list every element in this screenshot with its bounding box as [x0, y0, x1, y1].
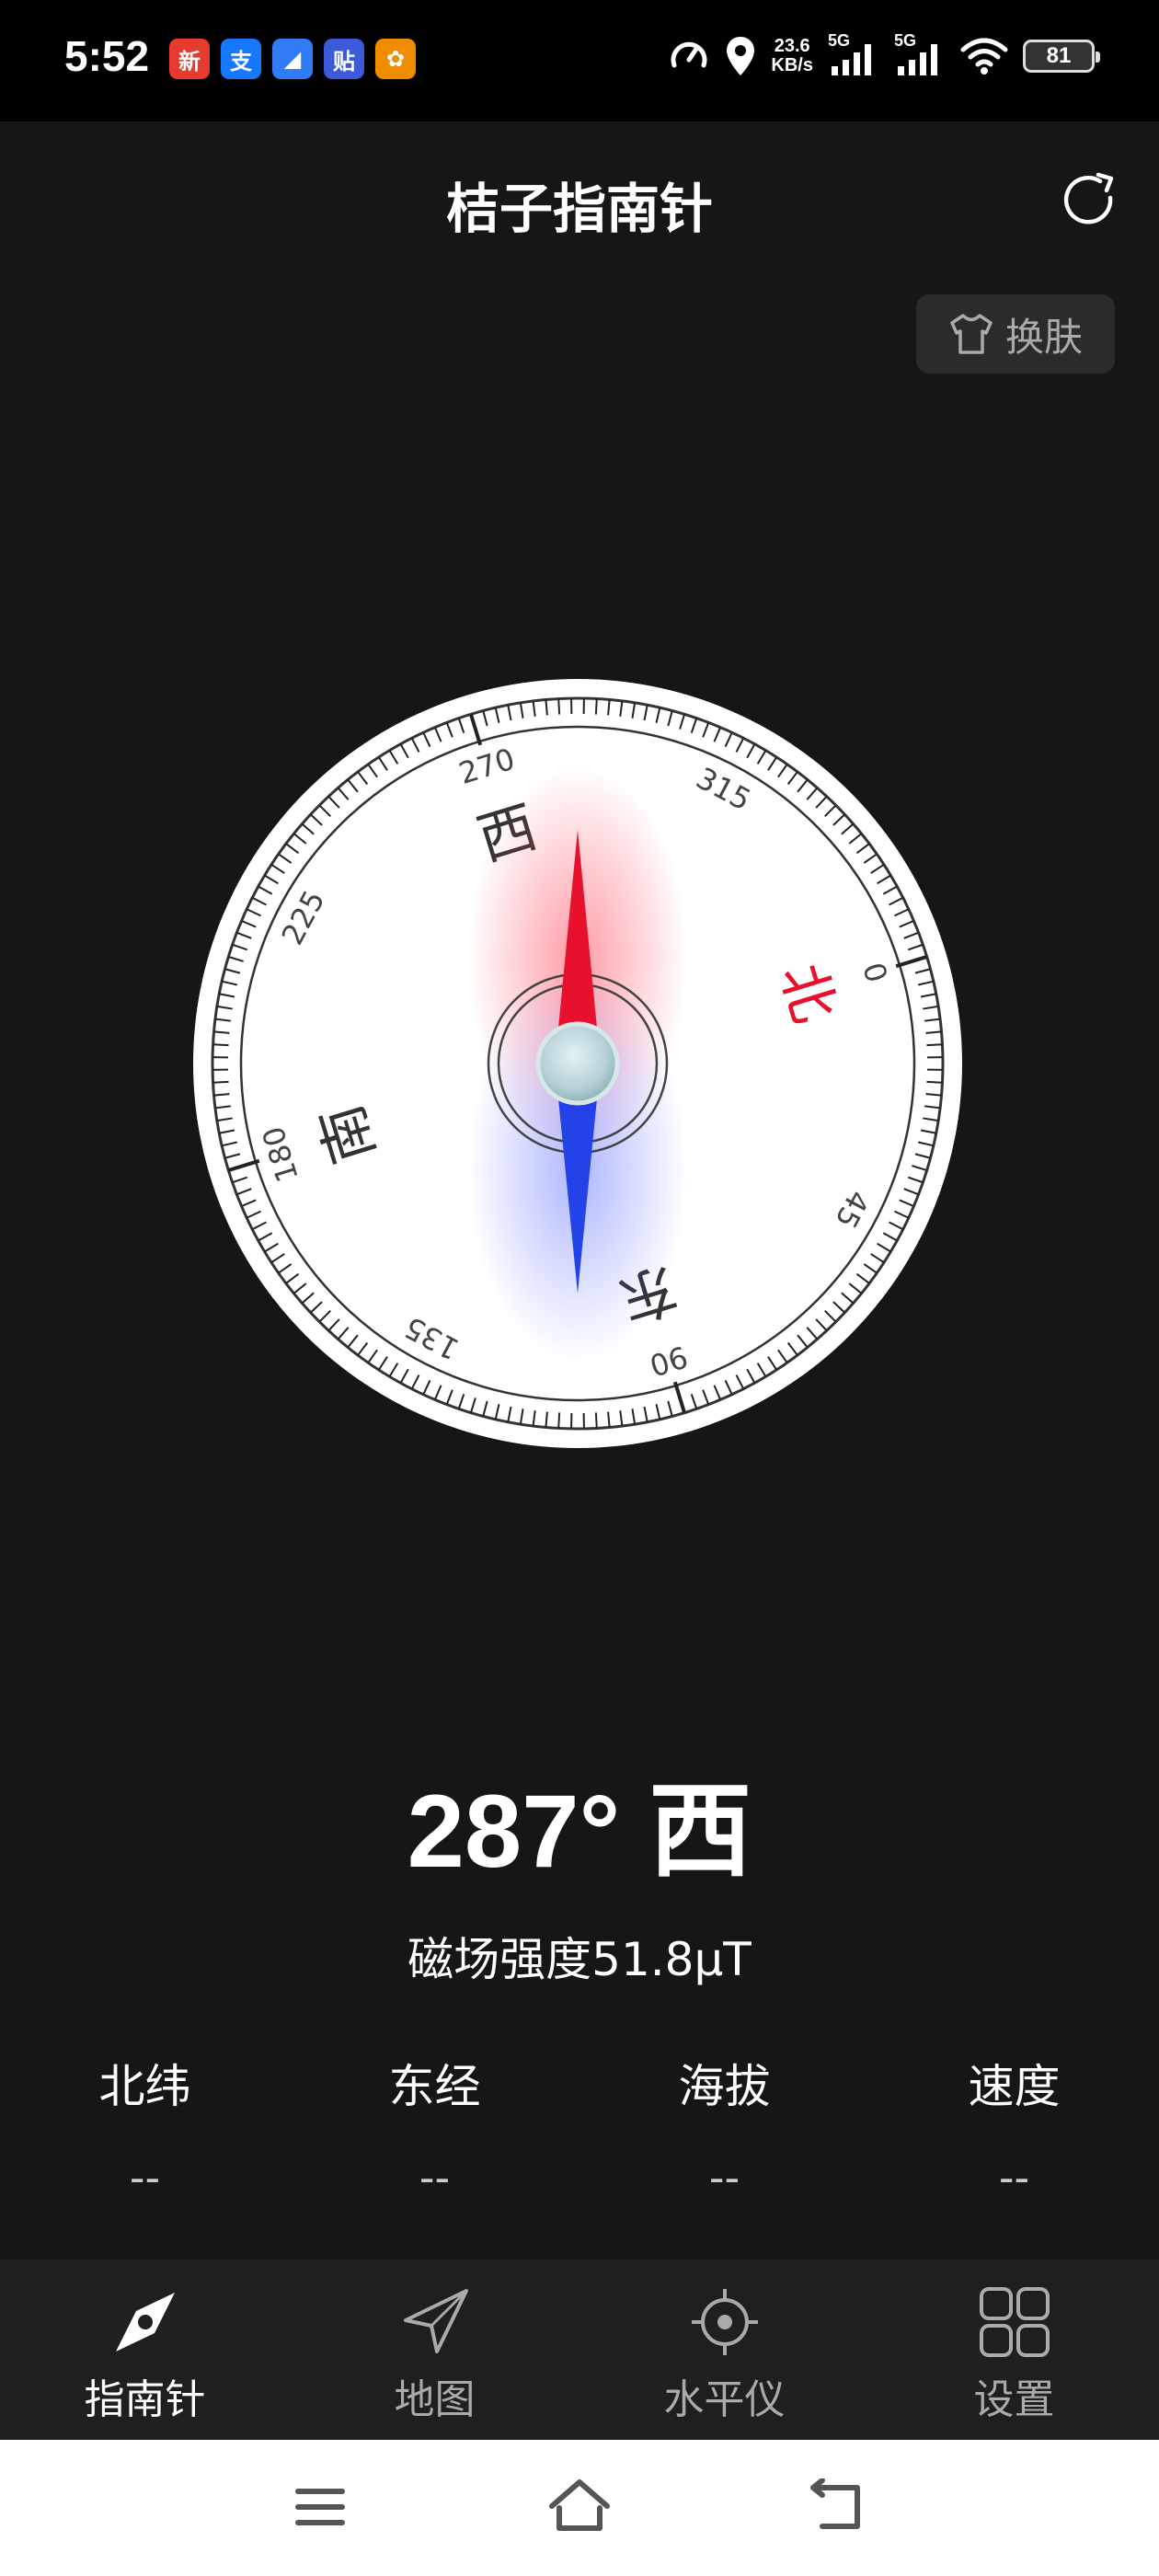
battery-indicator: 81 [1023, 40, 1100, 73]
info-label: 海拔 [678, 2060, 771, 2113]
tick-mark [212, 1043, 229, 1047]
tick-mark [594, 698, 598, 715]
info-value: -- [708, 2153, 740, 2202]
back-icon[interactable] [808, 2478, 866, 2534]
signal-icon [898, 44, 937, 75]
tick-mark [557, 698, 561, 715]
tick-mark [926, 1043, 943, 1047]
news-app-icon: 新 [169, 39, 210, 79]
nav-label: 水平仪 [663, 2376, 786, 2423]
navigation-arrow-icon [403, 2289, 468, 2353]
nav-item-settings[interactable]: 设置 [869, 2260, 1159, 2440]
grid-icon [979, 2287, 1050, 2357]
compass-dial: 04590135180225270315 北东南西 [191, 677, 964, 1450]
tick-mark [926, 1080, 943, 1084]
info-speed: 速度 -- [869, 2050, 1159, 2202]
info-latitude: 北纬 -- [0, 2050, 290, 2202]
tick-mark [212, 1080, 229, 1084]
heading-readout: 287° 西 [407, 1774, 752, 1889]
info-altitude: 海拔 -- [580, 2050, 869, 2202]
refresh-icon[interactable] [1058, 169, 1119, 230]
crosshair-icon [691, 2289, 758, 2355]
signal-2: 5G [894, 31, 946, 77]
info-value: -- [419, 2153, 451, 2202]
nav-label: 地图 [394, 2376, 476, 2423]
home-icon[interactable] [546, 2477, 613, 2536]
system-icons: 23.6 KB/s 5G 5G 81 [668, 31, 1100, 77]
system-nav-bar [0, 2440, 1159, 2576]
status-bar: 5:52 新支 ◢ 贴 ✿ 23.6 KB/s 5G 5G 81 [0, 0, 1159, 121]
tick-mark [594, 1412, 598, 1429]
network-speed: 23.6 KB/s [771, 36, 813, 75]
speedometer-icon [671, 41, 707, 68]
alipay-icon: 支 [221, 39, 261, 79]
nav-item-compass[interactable]: 指南针 [0, 2260, 290, 2440]
skin-label: 换肤 [1004, 314, 1083, 360]
signal-1: 5G [828, 31, 879, 77]
notification-icons: 新支 ◢ 贴 ✿ [169, 39, 416, 79]
menu-icon[interactable] [293, 2482, 348, 2532]
compass-icon [115, 2293, 175, 2352]
location-icon [727, 37, 755, 75]
signal-icon [832, 44, 871, 75]
nav-item-map[interactable]: 地图 [290, 2260, 580, 2440]
nav-label: 设置 [973, 2376, 1055, 2423]
skin-button[interactable]: 换肤 [916, 294, 1115, 374]
info-label: 东经 [388, 2060, 481, 2113]
nav-label: 指南针 [84, 2376, 206, 2423]
status-time: 5:52 [64, 32, 150, 80]
page-title: 桔子指南针 [445, 178, 713, 240]
info-value: -- [998, 2153, 1030, 2202]
magnetic-field-strength: 磁场强度51.8μT [407, 1933, 752, 1986]
needle-hub [535, 1021, 620, 1106]
tick-mark [557, 1412, 561, 1429]
cloud-app-icon: ◢ [272, 39, 313, 79]
orange-app-icon: ✿ [375, 39, 416, 79]
info-longitude: 东经 -- [290, 2050, 580, 2202]
info-value: -- [129, 2153, 161, 2202]
info-label: 速度 [968, 2060, 1061, 2113]
shirt-icon [950, 314, 993, 354]
info-label: 北纬 [98, 2060, 191, 2113]
nav-item-level[interactable]: 水平仪 [580, 2260, 869, 2440]
tieba-icon: 贴 [324, 39, 364, 79]
bottom-nav: 指南针 地图 水平仪 设置 [0, 2260, 1159, 2440]
wifi-icon [960, 38, 1008, 75]
